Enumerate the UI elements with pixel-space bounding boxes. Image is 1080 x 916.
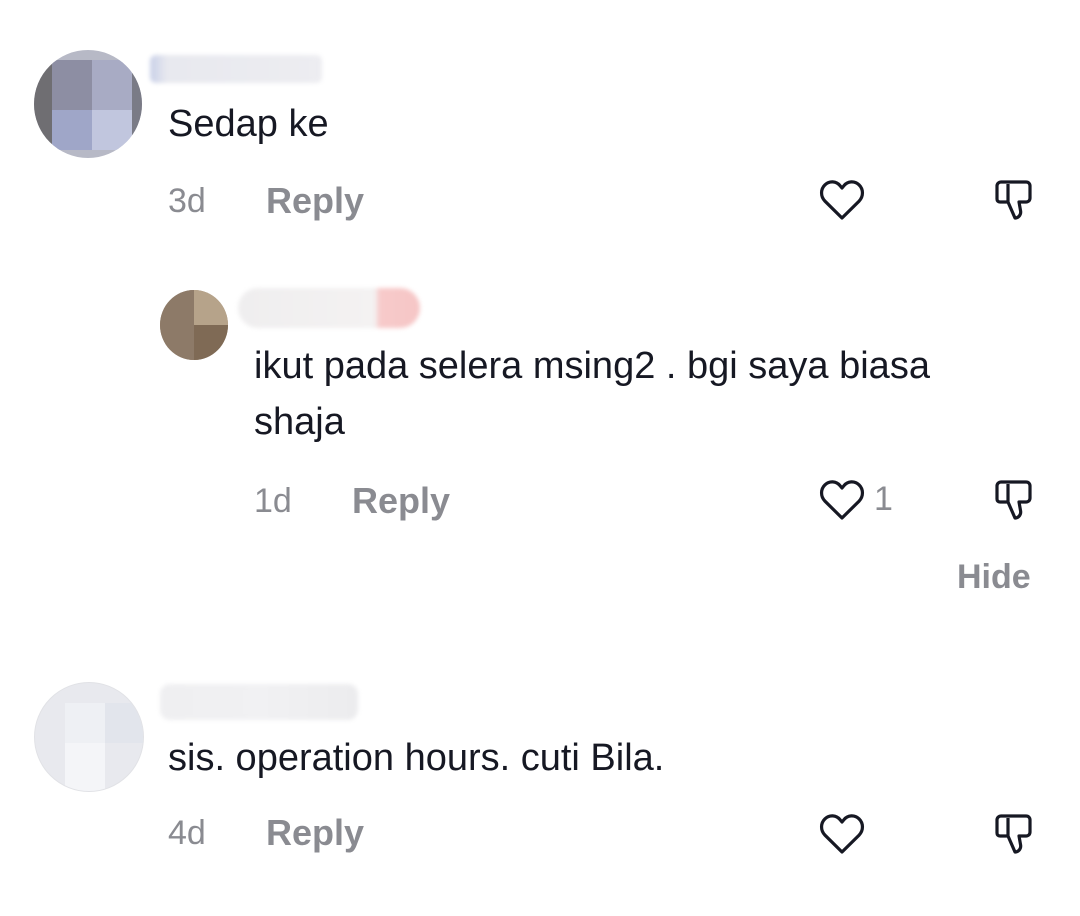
comment-item: sis. operation hours. cuti Bila. 4d Repl… — [0, 660, 1080, 916]
comment-text: Sedap ke — [168, 103, 329, 145]
comment-item: Sedap ke 3d Reply — [0, 0, 1080, 250]
avatar[interactable] — [34, 682, 144, 792]
like-button[interactable] — [818, 176, 866, 222]
dislike-button[interactable] — [990, 176, 1038, 229]
comment-text: sis. operation hours. cuti Bila. — [168, 737, 665, 779]
like-button[interactable] — [818, 810, 866, 856]
reply-button[interactable]: Reply — [266, 180, 364, 222]
thumbs-down-outline-icon — [995, 814, 1032, 854]
dislike-button[interactable] — [990, 476, 1038, 529]
reply-button[interactable]: Reply — [352, 480, 450, 522]
reply-item: ikut pada selera msing2 . bgi saya biasa… — [0, 250, 1080, 620]
thumbs-down-outline-icon — [995, 480, 1032, 520]
username[interactable] — [238, 288, 420, 328]
reply-button[interactable]: Reply — [266, 812, 364, 854]
heart-outline-icon — [819, 180, 865, 220]
username[interactable] — [150, 55, 322, 83]
heart-outline-icon — [819, 480, 865, 520]
avatar[interactable] — [34, 50, 142, 158]
comment-timestamp: 3d — [168, 182, 206, 220]
dislike-button[interactable] — [990, 810, 1038, 863]
like-count: 1 — [874, 479, 893, 518]
comment-timestamp: 4d — [168, 814, 206, 852]
like-button[interactable]: 1 — [818, 476, 893, 522]
heart-outline-icon — [819, 814, 865, 854]
username[interactable] — [160, 684, 358, 720]
hide-replies-button[interactable]: Hide — [957, 558, 1031, 597]
comment-text: ikut pada selera msing2 . bgi saya biasa… — [254, 345, 930, 443]
comment-timestamp: 1d — [254, 482, 292, 520]
avatar[interactable] — [160, 290, 228, 360]
thumbs-down-outline-icon — [995, 180, 1032, 220]
